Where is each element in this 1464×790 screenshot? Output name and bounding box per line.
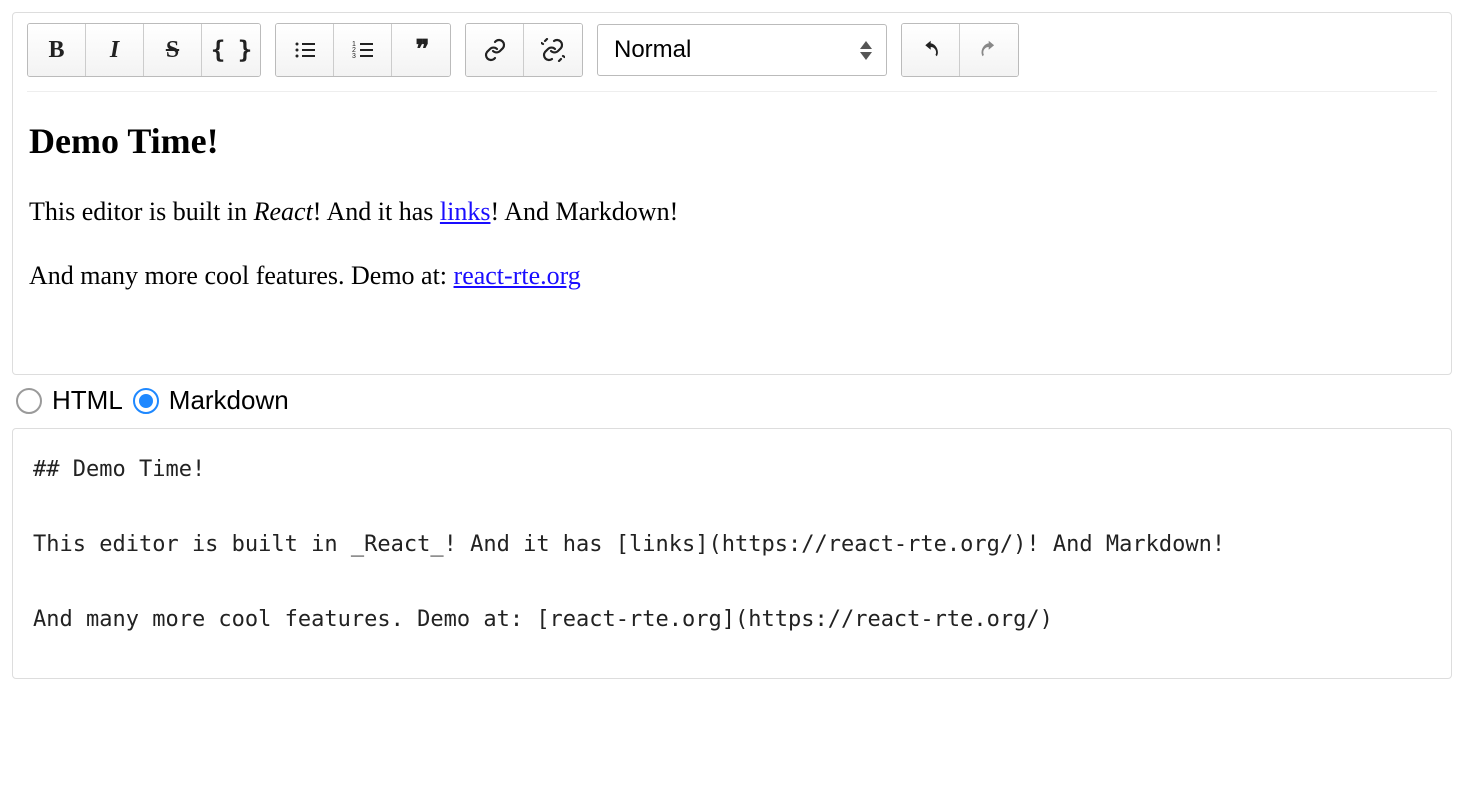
strikethrough-icon: S bbox=[166, 38, 179, 62]
svg-text:3: 3 bbox=[352, 53, 356, 60]
link-icon bbox=[483, 38, 507, 62]
unlink-button[interactable] bbox=[524, 24, 582, 76]
link-button[interactable] bbox=[466, 24, 524, 76]
blockquote-button[interactable]: ❞ bbox=[392, 24, 450, 76]
code-icon: { } bbox=[211, 38, 251, 62]
redo-icon bbox=[977, 38, 1001, 62]
unordered-list-button[interactable] bbox=[276, 24, 334, 76]
unlink-icon bbox=[541, 38, 565, 62]
radio-markdown[interactable] bbox=[133, 388, 159, 414]
italic-icon: I bbox=[110, 38, 119, 62]
block-style-group: 1 2 3 ❞ bbox=[275, 23, 451, 77]
editor-panel: B I S { } 1 2 3 ❞ bbox=[12, 12, 1452, 375]
radio-html-label: HTML bbox=[52, 385, 123, 416]
source-textarea[interactable]: ## Demo Time! This editor is built in _R… bbox=[33, 451, 1431, 638]
toolbar-divider bbox=[27, 91, 1437, 92]
toolbar: B I S { } 1 2 3 ❞ bbox=[27, 23, 1437, 77]
radio-markdown-label: Markdown bbox=[169, 385, 289, 416]
redo-button[interactable] bbox=[960, 24, 1018, 76]
editor-content[interactable]: Demo Time! This editor is built in React… bbox=[27, 96, 1437, 360]
content-paragraph-1[interactable]: This editor is built in React! And it ha… bbox=[29, 192, 1435, 232]
content-heading[interactable]: Demo Time! bbox=[29, 114, 1435, 170]
output-format-row: HTML Markdown bbox=[12, 375, 1452, 428]
content-link-site[interactable]: react-rte.org bbox=[454, 261, 581, 290]
select-arrows-icon bbox=[860, 41, 872, 60]
italic-button[interactable]: I bbox=[86, 24, 144, 76]
undo-icon bbox=[919, 38, 943, 62]
history-group bbox=[901, 23, 1019, 77]
link-group bbox=[465, 23, 583, 77]
strikethrough-button[interactable]: S bbox=[144, 24, 202, 76]
radio-html[interactable] bbox=[16, 388, 42, 414]
list-bullets-icon bbox=[293, 38, 317, 62]
content-link-links[interactable]: links bbox=[440, 197, 491, 226]
inline-style-group: B I S { } bbox=[27, 23, 261, 77]
ordered-list-button[interactable]: 1 2 3 bbox=[334, 24, 392, 76]
bold-icon: B bbox=[48, 38, 64, 62]
block-type-value: Normal bbox=[614, 36, 691, 64]
block-type-select[interactable]: Normal bbox=[597, 24, 887, 76]
code-button[interactable]: { } bbox=[202, 24, 260, 76]
quote-icon: ❞ bbox=[416, 42, 427, 58]
source-panel: ## Demo Time! This editor is built in _R… bbox=[12, 428, 1452, 679]
undo-button[interactable] bbox=[902, 24, 960, 76]
bold-button[interactable]: B bbox=[28, 24, 86, 76]
list-numbers-icon: 1 2 3 bbox=[351, 38, 375, 62]
content-paragraph-2[interactable]: And many more cool features. Demo at: re… bbox=[29, 256, 1435, 296]
